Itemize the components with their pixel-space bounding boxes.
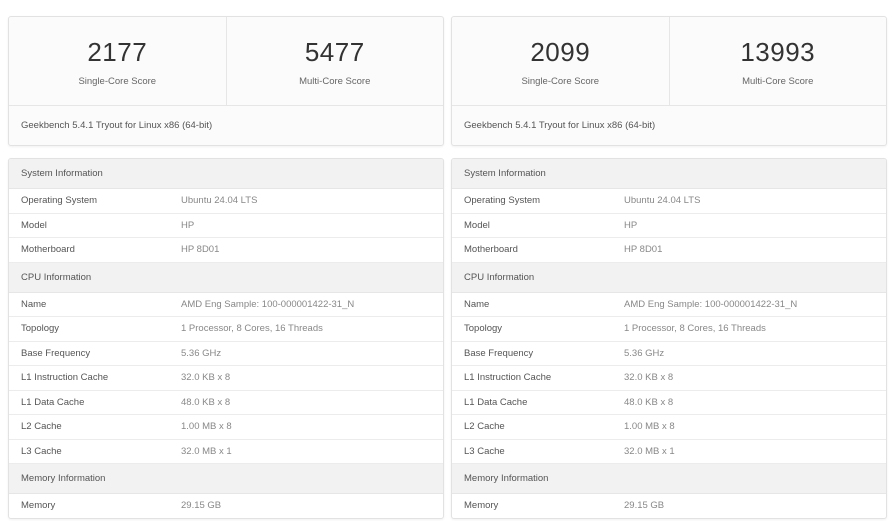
row-label: Name bbox=[464, 298, 490, 310]
row-value: HP bbox=[181, 219, 195, 231]
row-value: 29.15 GB bbox=[624, 500, 665, 512]
table-row-model: Model HP bbox=[9, 214, 443, 238]
table-row-l2-cache: L2 Cache 1.00 MB x 8 bbox=[452, 415, 886, 440]
row-label: Name bbox=[21, 298, 47, 310]
table-row-motherboard: Motherboard HP 8D01 bbox=[452, 238, 886, 263]
row-label: L1 Instruction Cache bbox=[464, 372, 552, 384]
row-value: HP 8D01 bbox=[624, 244, 663, 256]
single-core-score: 2099 bbox=[530, 37, 591, 67]
row-value: Ubuntu 24.04 LTS bbox=[181, 195, 258, 207]
multi-core-score-label: Multi-Core Score bbox=[742, 76, 814, 87]
scores-row: 2177 Single-Core Score 5477 Multi-Core S… bbox=[9, 17, 443, 106]
row-label: Topology bbox=[464, 323, 503, 335]
system-information-header: System Information bbox=[452, 159, 886, 189]
geekbench-version: Geekbench 5.4.1 Tryout for Linux x86 (64… bbox=[464, 120, 656, 131]
row-label: L1 Data Cache bbox=[464, 396, 528, 408]
info-table: System Information Operating System Ubun… bbox=[451, 158, 887, 519]
multi-core-score-label: Multi-Core Score bbox=[299, 76, 371, 87]
row-value: 32.0 MB x 1 bbox=[181, 445, 232, 457]
row-value: 1 Processor, 8 Cores, 16 Threads bbox=[624, 323, 766, 335]
row-label: L2 Cache bbox=[464, 421, 505, 433]
row-value: 5.36 GHz bbox=[624, 347, 665, 359]
row-label: Motherboard bbox=[464, 244, 518, 256]
multi-core-score-cell: 5477 Multi-Core Score bbox=[225, 17, 444, 105]
table-row-base-frequency: Base Frequency 5.36 GHz bbox=[9, 342, 443, 366]
table-row-memory: Memory 29.15 GB bbox=[9, 494, 443, 518]
table-row-l1-instruction-cache: L1 Instruction Cache 32.0 KB x 8 bbox=[452, 366, 886, 391]
table-row-l1-instruction-cache: L1 Instruction Cache 32.0 KB x 8 bbox=[9, 366, 443, 391]
table-row-memory: Memory 29.15 GB bbox=[452, 494, 886, 518]
row-label: Motherboard bbox=[21, 244, 75, 256]
row-label: Model bbox=[21, 219, 47, 231]
result-column-left: 2177 Single-Core Score 5477 Multi-Core S… bbox=[8, 16, 444, 519]
row-label: Topology bbox=[21, 323, 60, 335]
single-core-score-cell: 2099 Single-Core Score bbox=[452, 17, 669, 105]
scores-row: 2099 Single-Core Score 13993 Multi-Core … bbox=[452, 17, 886, 106]
single-core-score-label: Single-Core Score bbox=[521, 76, 600, 87]
row-label: Operating System bbox=[21, 195, 98, 207]
memory-information-header: Memory Information bbox=[9, 464, 443, 494]
result-column-right: 2099 Single-Core Score 13993 Multi-Core … bbox=[451, 16, 887, 519]
table-row-model: Model HP bbox=[452, 214, 886, 238]
row-value: HP bbox=[624, 219, 638, 231]
row-label: L3 Cache bbox=[21, 445, 62, 457]
table-row-l3-cache: L3 Cache 32.0 MB x 1 bbox=[9, 440, 443, 464]
score-card: 2177 Single-Core Score 5477 Multi-Core S… bbox=[8, 16, 444, 146]
memory-information-header: Memory Information bbox=[452, 464, 886, 494]
row-value: AMD Eng Sample: 100-000001422-31_N bbox=[624, 298, 798, 310]
row-value: 29.15 GB bbox=[181, 500, 222, 512]
row-value: 5.36 GHz bbox=[181, 347, 222, 359]
multi-core-score-cell: 13993 Multi-Core Score bbox=[668, 17, 887, 105]
table-row-l3-cache: L3 Cache 32.0 MB x 1 bbox=[452, 440, 886, 464]
row-label: Memory bbox=[464, 500, 499, 512]
table-row-cpu-name: Name AMD Eng Sample: 100-000001422-31_N bbox=[452, 293, 886, 317]
row-value: 32.0 KB x 8 bbox=[181, 372, 231, 384]
table-row-l1-data-cache: L1 Data Cache 48.0 KB x 8 bbox=[452, 391, 886, 415]
score-card: 2099 Single-Core Score 13993 Multi-Core … bbox=[451, 16, 887, 146]
table-row-cpu-name: Name AMD Eng Sample: 100-000001422-31_N bbox=[9, 293, 443, 317]
table-row-operating-system: Operating System Ubuntu 24.04 LTS bbox=[452, 189, 886, 214]
row-value: 1 Processor, 8 Cores, 16 Threads bbox=[181, 323, 323, 335]
row-label: Model bbox=[464, 219, 490, 231]
row-value: 1.00 MB x 8 bbox=[624, 421, 675, 433]
row-label: Base Frequency bbox=[21, 347, 91, 359]
row-value: 32.0 MB x 1 bbox=[624, 445, 675, 457]
row-label: L1 Data Cache bbox=[21, 396, 85, 408]
row-value: 48.0 KB x 8 bbox=[624, 396, 674, 408]
geekbench-version: Geekbench 5.4.1 Tryout for Linux x86 (64… bbox=[21, 120, 213, 131]
single-core-score: 2177 bbox=[87, 37, 148, 67]
row-value: 32.0 KB x 8 bbox=[624, 372, 674, 384]
table-row-motherboard: Motherboard HP 8D01 bbox=[9, 238, 443, 263]
cpu-information-header: CPU Information bbox=[9, 262, 443, 293]
row-label: L3 Cache bbox=[464, 445, 505, 457]
row-label: L2 Cache bbox=[21, 421, 62, 433]
row-label: Memory bbox=[21, 500, 56, 512]
row-label: Base Frequency bbox=[464, 347, 534, 359]
table-row-l1-data-cache: L1 Data Cache 48.0 KB x 8 bbox=[9, 391, 443, 415]
single-core-score-cell: 2177 Single-Core Score bbox=[9, 17, 226, 105]
single-core-score-label: Single-Core Score bbox=[78, 76, 157, 87]
row-value: 1.00 MB x 8 bbox=[181, 421, 232, 433]
table-row-base-frequency: Base Frequency 5.36 GHz bbox=[452, 342, 886, 366]
table-row-topology: Topology 1 Processor, 8 Cores, 16 Thread… bbox=[452, 317, 886, 342]
system-information-header: System Information bbox=[9, 159, 443, 189]
multi-core-score: 5477 bbox=[304, 37, 365, 67]
table-row-l2-cache: L2 Cache 1.00 MB x 8 bbox=[9, 415, 443, 440]
cpu-information-header: CPU Information bbox=[452, 262, 886, 293]
table-row-operating-system: Operating System Ubuntu 24.04 LTS bbox=[9, 189, 443, 214]
row-label: Operating System bbox=[464, 195, 541, 207]
row-value: 48.0 KB x 8 bbox=[181, 396, 231, 408]
info-table: System Information Operating System Ubun… bbox=[8, 158, 444, 519]
row-value: AMD Eng Sample: 100-000001422-31_N bbox=[181, 298, 355, 310]
row-label: L1 Instruction Cache bbox=[21, 372, 109, 384]
table-row-topology: Topology 1 Processor, 8 Cores, 16 Thread… bbox=[9, 317, 443, 342]
multi-core-score: 13993 bbox=[740, 37, 816, 67]
row-value: HP 8D01 bbox=[181, 244, 220, 256]
row-value: Ubuntu 24.04 LTS bbox=[624, 195, 701, 207]
